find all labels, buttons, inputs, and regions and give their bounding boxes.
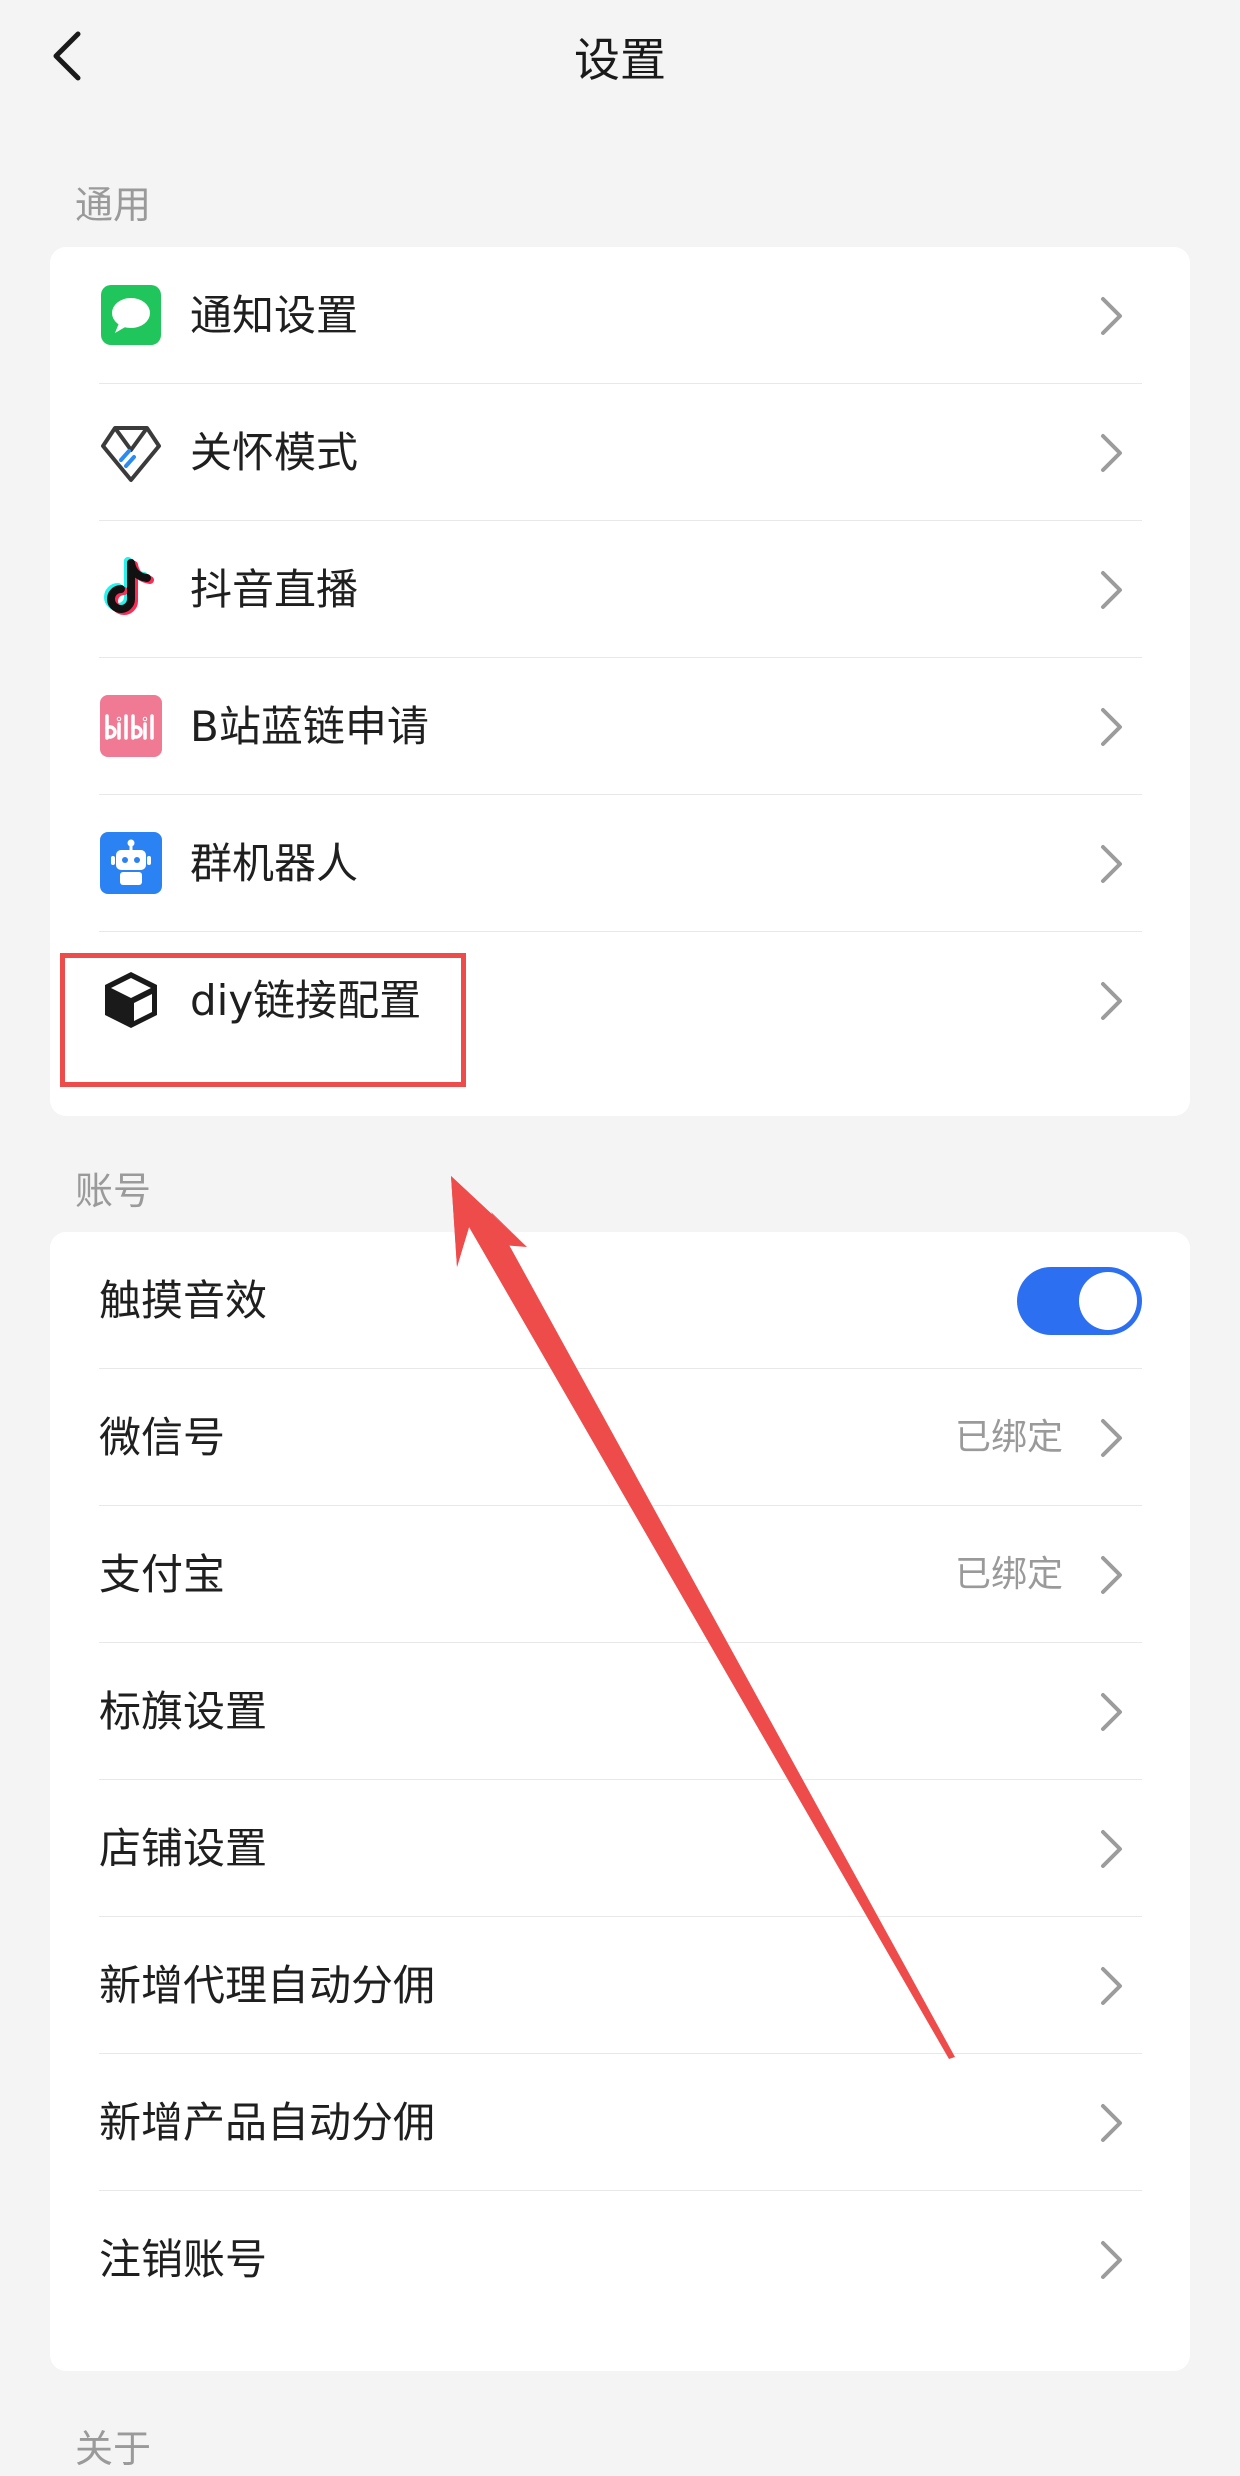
chevron-right-icon (1099, 569, 1125, 611)
chevron-right-icon (1099, 432, 1125, 474)
chevron-right-icon (1099, 1965, 1125, 2007)
settings-item-label: 店铺设置 (99, 1824, 268, 1873)
settings-item-care-mode[interactable]: 关怀模式 (99, 384, 1191, 521)
douyin-logo-icon (99, 557, 163, 621)
binding-status: 已绑定 (954, 1417, 1063, 1458)
chevron-right-icon (1099, 295, 1125, 337)
section-title-general: 通用 (75, 183, 152, 227)
settings-item-group-robot[interactable]: 群机器人 (99, 795, 1191, 932)
cube-icon (99, 968, 163, 1032)
settings-item-label: 关怀模式 (190, 428, 359, 477)
care-heart-icon (99, 420, 163, 484)
robot-icon (99, 831, 163, 895)
touch-sound-toggle[interactable] (1017, 1267, 1142, 1335)
chevron-right-icon (1099, 980, 1125, 1022)
settings-item-agent-commission[interactable]: 新增代理自动分佣 (99, 1917, 1191, 2054)
settings-item-wechat[interactable]: 微信号 已绑定 (99, 1369, 1191, 1506)
chevron-right-icon (1099, 1554, 1125, 1596)
settings-item-label: 新增产品自动分佣 (99, 2098, 436, 2147)
message-bubble-icon (99, 283, 163, 347)
settings-item-label: 支付宝 (99, 1550, 226, 1599)
settings-item-store[interactable]: 店铺设置 (99, 1780, 1191, 1917)
bilibili-logo-icon (99, 694, 163, 758)
settings-item-diy-link-config[interactable]: diy链接配置 (99, 932, 1191, 1069)
settings-item-label: 通知设置 (190, 291, 359, 340)
settings-item-bilibili-link[interactable]: B站蓝链申请 (99, 658, 1191, 795)
chevron-right-icon (1099, 1691, 1125, 1733)
chevron-right-icon (1099, 1417, 1125, 1459)
settings-item-label: 注销账号 (99, 2235, 268, 2284)
chevron-right-icon (1099, 2239, 1125, 2281)
account-settings-card: 触摸音效 微信号 已绑定 支付宝 已绑定 标旗设置 店铺设置 新增代理自动分佣 … (50, 1232, 1190, 2371)
settings-item-label: 群机器人 (190, 839, 359, 888)
settings-item-alipay[interactable]: 支付宝 已绑定 (99, 1506, 1191, 1643)
chevron-right-icon (1099, 2102, 1125, 2144)
settings-item-douyin-live[interactable]: 抖音直播 (99, 521, 1191, 658)
general-settings-card: 通知设置 关怀模式 抖音直播 B站蓝链申请 群机器人 diy链接配置 (50, 247, 1190, 1116)
settings-item-label: B站蓝链申请 (190, 702, 429, 751)
settings-item-label: diy链接配置 (190, 976, 422, 1025)
settings-item-label: 触摸音效 (99, 1276, 268, 1325)
section-title-account: 账号 (75, 1169, 152, 1213)
chevron-right-icon (1099, 1828, 1125, 1870)
settings-item-product-commission[interactable]: 新增产品自动分佣 (99, 2054, 1191, 2191)
top-bar: 设置 (0, 0, 1240, 112)
binding-status: 已绑定 (954, 1554, 1063, 1595)
settings-item-label: 抖音直播 (190, 565, 359, 614)
settings-item-deactivate-account[interactable]: 注销账号 (99, 2191, 1191, 2328)
settings-item-touch-sound: 触摸音效 (99, 1232, 1191, 1369)
settings-item-label: 微信号 (99, 1413, 226, 1462)
settings-item-label: 标旗设置 (99, 1687, 268, 1736)
settings-item-flag[interactable]: 标旗设置 (99, 1643, 1191, 1780)
chevron-right-icon (1099, 843, 1125, 885)
chevron-right-icon (1099, 706, 1125, 748)
settings-item-notifications[interactable]: 通知设置 (99, 247, 1191, 384)
settings-item-label: 新增代理自动分佣 (99, 1961, 436, 2010)
toggle-knob (1079, 1272, 1137, 1330)
page-title: 设置 (574, 33, 666, 87)
section-title-about: 关于 (75, 2427, 152, 2471)
